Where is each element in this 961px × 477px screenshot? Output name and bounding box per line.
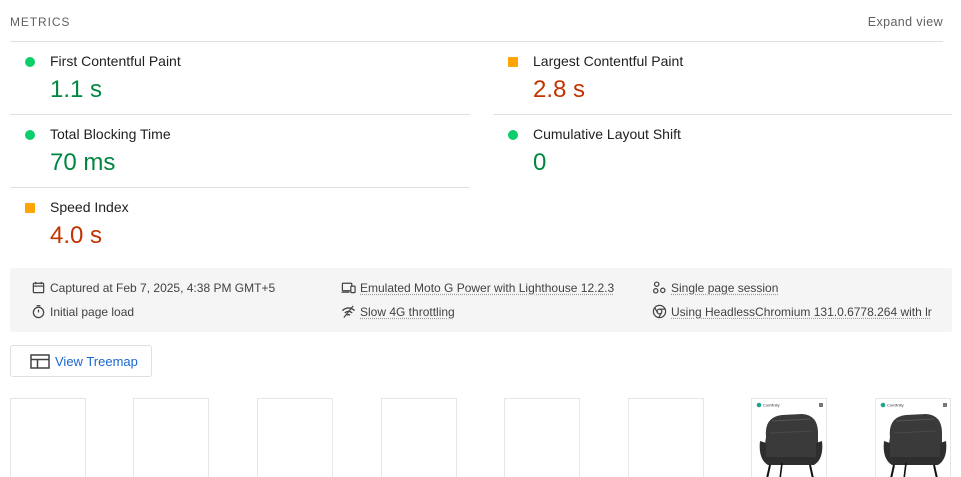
metric-value: 2.8 s: [533, 76, 585, 104]
pass-indicator-icon: [25, 130, 35, 140]
metric-value: 4.0 s: [50, 222, 102, 250]
metric-label: Largest Contentful Paint: [533, 53, 683, 69]
filmstrip-frame: [257, 398, 333, 477]
brand-logo-text: Comfinity: [887, 403, 904, 408]
session-item[interactable]: Single page session: [652, 280, 778, 295]
brand-logo-text: Comfinity: [763, 403, 780, 408]
filmstrip-frame: [628, 398, 704, 477]
filmstrip-frame: [133, 398, 209, 477]
metric-label: Speed Index: [50, 199, 129, 215]
pass-indicator-icon: [508, 130, 518, 140]
expand-view-toggle[interactable]: Expand view: [868, 15, 943, 29]
view-treemap-label: View Treemap: [55, 354, 138, 369]
metric-label: First Contentful Paint: [50, 53, 181, 69]
metric-value: 0: [533, 149, 546, 177]
metric-largest-contentful-paint: Largest Contentful Paint 2.8 s: [493, 42, 952, 115]
session-icon: [652, 280, 667, 295]
session-link[interactable]: Single page session: [671, 281, 778, 295]
stopwatch-icon: [31, 304, 46, 319]
average-indicator-icon: [508, 57, 518, 67]
filmstrip-frame: Comfinity: [751, 398, 827, 477]
filmstrip-frame: Comfinity: [875, 398, 951, 477]
metric-total-blocking-time: Total Blocking Time 70 ms: [10, 115, 470, 188]
filmstrip-frame: [381, 398, 457, 477]
device-link[interactable]: Emulated Moto G Power with Lighthouse 12…: [360, 281, 614, 295]
browser-link[interactable]: Using HeadlessChromium 131.0.6778.264 wi…: [671, 305, 932, 319]
filmstrip-frame: [10, 398, 86, 477]
browser-item[interactable]: Using HeadlessChromium 131.0.6778.264 wi…: [652, 304, 933, 319]
calendar-icon: [31, 280, 46, 295]
chair-product-image: Comfinity: [752, 399, 827, 477]
pass-indicator-icon: [25, 57, 35, 67]
metric-speed-index: Speed Index 4.0 s: [10, 188, 470, 261]
captured-at-item: Captured at Feb 7, 2025, 4:38 PM GMT+5: [31, 280, 275, 295]
metric-cumulative-layout-shift: Cumulative Layout Shift 0: [493, 115, 952, 188]
view-treemap-button[interactable]: View Treemap: [10, 345, 152, 377]
filmstrip-frame: [504, 398, 580, 477]
chair-product-image: Comfinity: [876, 399, 951, 477]
device-icon: [341, 280, 356, 295]
device-item[interactable]: Emulated Moto G Power with Lighthouse 12…: [341, 280, 614, 295]
wifi-icon: [341, 304, 356, 319]
captured-at-text: Captured at Feb 7, 2025, 4:38 PM GMT+5: [50, 281, 275, 295]
metric-value: 70 ms: [50, 149, 115, 177]
chrome-icon: [652, 304, 667, 319]
page-load-item: Initial page load: [31, 304, 134, 319]
throttling-item[interactable]: Slow 4G throttling: [341, 304, 455, 319]
metric-value: 1.1 s: [50, 76, 102, 104]
treemap-icon: [30, 354, 50, 369]
runtime-settings: Captured at Feb 7, 2025, 4:38 PM GMT+5 E…: [10, 268, 952, 332]
metrics-title: METRICS: [10, 15, 70, 29]
average-indicator-icon: [25, 203, 35, 213]
metric-first-contentful-paint: First Contentful Paint 1.1 s: [10, 42, 470, 115]
metrics-header: METRICS Expand view: [10, 0, 943, 42]
metric-label: Total Blocking Time: [50, 126, 171, 142]
page-load-text: Initial page load: [50, 305, 134, 319]
throttling-link[interactable]: Slow 4G throttling: [360, 305, 455, 319]
metric-label: Cumulative Layout Shift: [533, 126, 681, 142]
